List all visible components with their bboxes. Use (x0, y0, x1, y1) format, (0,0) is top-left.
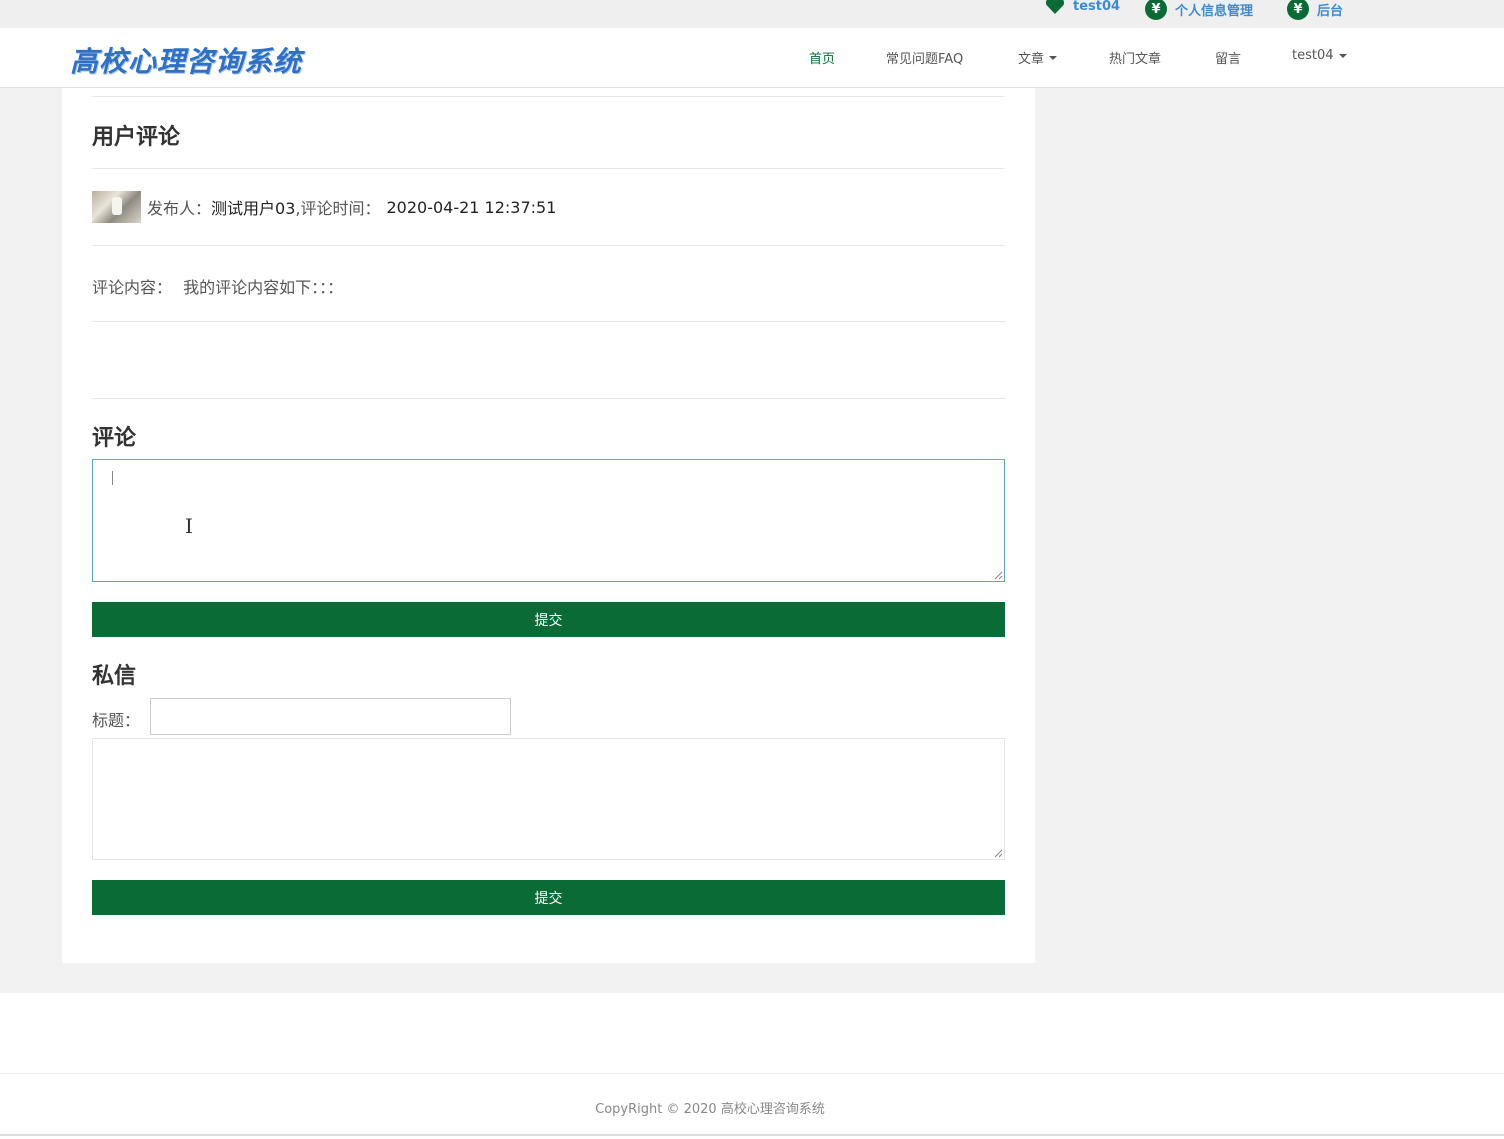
comment-content-line: 评论内容： 我的评论内容如下：：： (92, 274, 343, 298)
comment-time: 2020-04-21 12:37:51 (386, 197, 557, 217)
ibeam-cursor-icon: I (185, 514, 193, 538)
message-textarea[interactable] (92, 738, 1005, 860)
top-link-profile-label: 个人信息管理 (1175, 3, 1254, 19)
content-panel: 用户评论 发布人： 测试用户03 ,评论时间： 2020-04-21 12:37… (62, 88, 1035, 963)
caret-down-icon (1049, 55, 1058, 60)
nav-home-label: 首页 (809, 52, 836, 67)
nav-messages-label: 留言 (1215, 52, 1242, 67)
time-label: ,评论时间： (295, 199, 381, 218)
title-input[interactable] (150, 698, 511, 735)
nav-hot-articles-label: 热门文章 (1109, 52, 1162, 67)
nav-faq-label: 常见问题FAQ (886, 52, 964, 67)
site-logo[interactable]: 高校心理咨询系统 (70, 40, 302, 80)
nav-user-menu-label: test04 (1292, 48, 1334, 63)
resize-handle-icon[interactable] (994, 571, 1003, 580)
nav-faq[interactable]: 常见问题FAQ (886, 48, 963, 67)
comment-content: 我的评论内容如下：：： (183, 278, 344, 297)
avatar (92, 191, 141, 223)
divider (92, 321, 1005, 322)
divider (0, 1073, 1504, 1074)
resize-handle-icon[interactable] (994, 849, 1003, 858)
comment-heading: 评论 (92, 426, 137, 451)
nav-articles[interactable]: 文章 (1018, 48, 1058, 67)
nav-messages[interactable]: 留言 (1215, 48, 1241, 67)
content-label: 评论内容： (92, 278, 173, 297)
top-link-admin-label: 后台 (1317, 3, 1344, 19)
comment-submit-button[interactable]: 提交 (92, 602, 1005, 637)
user-comments-heading: 用户评论 (92, 125, 181, 150)
publisher-name: 测试用户03 (211, 199, 296, 218)
yen-icon: ¥ (1287, 0, 1309, 20)
nav-user-menu[interactable]: test04 (1292, 48, 1347, 63)
comment-meta: 发布人： 测试用户03 ,评论时间： 2020-04-21 12:37:51 (92, 191, 556, 223)
divider (92, 245, 1005, 246)
top-link-user-label: test04 (1073, 0, 1121, 14)
title-label: 标题： (92, 711, 141, 730)
top-link-profile[interactable]: ¥ 个人信息管理 (1145, 0, 1253, 20)
copyright-text: CopyRight © 2020 高校心理咨询系统 (595, 1102, 825, 1117)
top-link-user[interactable]: test04 (1045, 0, 1120, 14)
nav-hot-articles[interactable]: 热门文章 (1109, 48, 1161, 67)
text-cursor (112, 471, 113, 485)
top-link-admin[interactable]: ¥ 后台 (1287, 0, 1343, 20)
divider (92, 168, 1005, 169)
message-submit-button[interactable]: 提交 (92, 880, 1005, 915)
nav-articles-label: 文章 (1018, 52, 1045, 67)
divider (92, 398, 1005, 399)
yen-icon: ¥ (1145, 0, 1167, 20)
private-message-heading: 私信 (92, 664, 137, 689)
nav-home[interactable]: 首页 (809, 48, 835, 67)
footer: CopyRight © 2020 高校心理咨询系统 (0, 993, 1504, 1139)
heart-icon (1045, 0, 1065, 14)
divider (0, 1134, 1504, 1136)
top-bar: test04 ¥ 个人信息管理 ¥ 后台 (0, 0, 1504, 28)
caret-down-icon (1338, 53, 1347, 58)
comment-textarea[interactable]: I (92, 459, 1005, 582)
navbar: 高校心理咨询系统 首页 常见问题FAQ 文章 热门文章 留言 test04 (0, 28, 1504, 88)
divider (92, 96, 1005, 97)
publisher-label: 发布人： (147, 199, 212, 218)
